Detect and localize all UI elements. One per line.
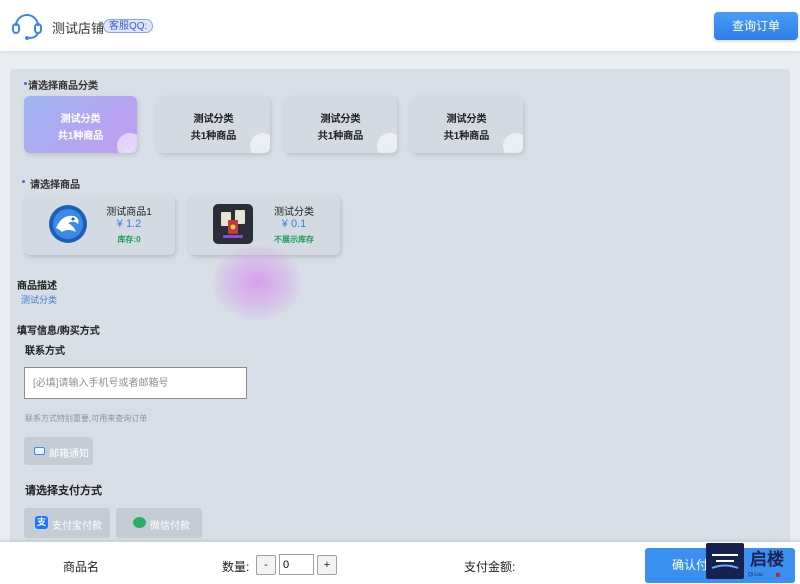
bottom-bar: 商品名 数量: - + 支付金额: 确认付款 [0, 541, 800, 584]
quantity-input[interactable] [279, 554, 314, 575]
query-order-button[interactable]: 查询订单 [714, 12, 798, 40]
product-price: ¥ 1.2 [116, 218, 142, 230]
email-notify-button[interactable]: 邮箱通知 [24, 437, 93, 465]
watermark-logo: 启楼 Qi Lou [706, 543, 800, 584]
wechat-icon [133, 517, 146, 528]
wechat-pay-label: 微信付款 [150, 521, 190, 532]
product-name-label: 商品名 [63, 560, 100, 574]
category-card[interactable]: 测试分类 共1种商品 [24, 96, 137, 153]
contact-label: 联系方式 [25, 346, 65, 357]
category-name: 测试分类 [193, 114, 234, 125]
category-card[interactable]: 测试分类 共1种商品 [284, 96, 397, 153]
watermark-text: 启楼 [750, 550, 784, 570]
dragon-logo-image [49, 205, 87, 243]
shop-name: 测试店铺 [52, 21, 105, 36]
watermark-subtext: Qi Lou [748, 572, 763, 578]
product-card[interactable]: 测试商品1 ¥ 1.2 库存:0 [24, 195, 175, 255]
product-price: ¥ 0.1 [281, 218, 307, 230]
category-section-title: 请选择商品分类 [28, 81, 98, 92]
customer-service-qq-badge[interactable]: 客服QQ: [103, 19, 154, 33]
description-label: 商品描述 [17, 281, 57, 292]
contact-hint: 联系方式特别重要,可用来查询订单 [25, 414, 148, 423]
quantity-label: 数量: [222, 560, 250, 574]
category-name: 测试分类 [60, 114, 101, 125]
alipay-button[interactable]: 支 支付宝付款 [24, 508, 110, 538]
header-bar: 测试店铺 客服QQ: 查询订单 [0, 0, 800, 52]
quantity-plus-button[interactable]: + [317, 555, 337, 575]
section-bullet [24, 82, 27, 85]
category-name: 测试分类 [320, 114, 361, 125]
product-name: 测试分类 [274, 207, 314, 218]
category-card[interactable]: 测试分类 共1种商品 [410, 96, 523, 153]
category-name: 测试分类 [446, 114, 487, 125]
cursor-glow [212, 245, 302, 320]
mail-icon [34, 447, 45, 455]
purchase-info-label: 填写信息/购买方式 [17, 326, 100, 337]
product-stock: 库存:0 [117, 235, 141, 244]
section-bullet [22, 180, 25, 183]
quantity-minus-button[interactable]: - [256, 555, 276, 575]
total-amount-label: 支付金额: [464, 560, 516, 574]
wechat-pay-button[interactable]: 微信付款 [116, 508, 202, 538]
product-stock: 不展示库存 [274, 235, 314, 244]
description-value: 测试分类 [21, 295, 58, 305]
watermark-emblem [706, 543, 744, 579]
payment-method-label: 请选择支付方式 [25, 485, 102, 497]
category-card[interactable]: 测试分类 共1种商品 [157, 96, 270, 153]
alipay-label: 支付宝付款 [52, 521, 102, 532]
alipay-icon: 支 [35, 516, 48, 529]
email-notify-label: 邮箱通知 [49, 449, 89, 460]
game-icon-image [213, 204, 253, 244]
contact-input[interactable] [24, 367, 247, 399]
customer-service-icon [12, 14, 42, 40]
product-section-title: 请选择商品 [30, 180, 80, 191]
watermark-seal [776, 573, 780, 577]
product-name: 测试商品1 [106, 207, 152, 218]
